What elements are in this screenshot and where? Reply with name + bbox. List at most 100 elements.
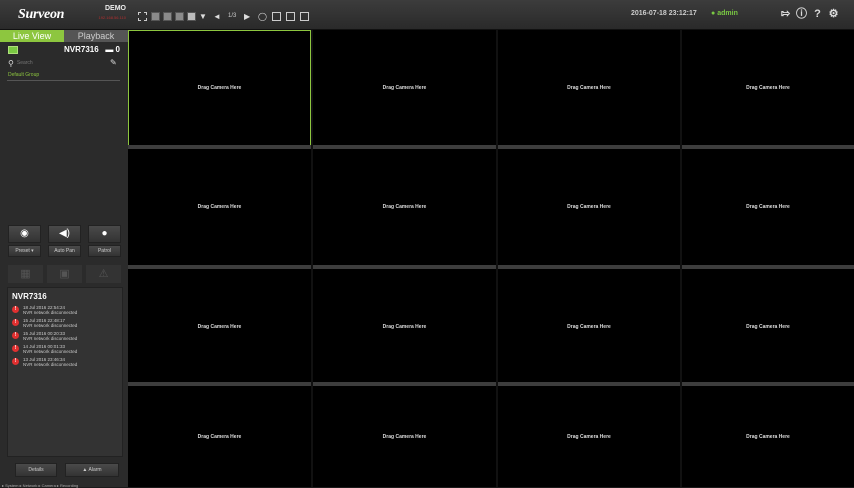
- camera-cell[interactable]: Drag Camera Here: [128, 149, 311, 265]
- top-toolbar: Surveon DEMO 192.168.56.110 ▼ ◄ 1/3 ▶ ◯ …: [0, 0, 854, 30]
- camera-cell[interactable]: Drag Camera Here: [682, 30, 854, 146]
- drag-camera-label: Drag Camera Here: [567, 204, 611, 210]
- drag-camera-label: Drag Camera Here: [382, 204, 427, 210]
- layout-2x2-icon[interactable]: [163, 11, 172, 21]
- alarm-button[interactable]: ▲ Alarm: [65, 463, 119, 477]
- layout-1x1-icon[interactable]: [151, 11, 160, 21]
- drag-camera-label: Drag Camera Here: [197, 323, 242, 330]
- camera-grid: Drag Camera Here Drag Camera Here Drag Cam…: [128, 30, 854, 487]
- camera-cell[interactable]: Drag Camera Here: [498, 149, 680, 265]
- camera-cell[interactable]: Drag Camera Here: [682, 149, 854, 265]
- info-icon[interactable]: ⓘ: [795, 7, 808, 21]
- user-menu[interactable]: ● admin: [711, 10, 738, 17]
- cast-icon[interactable]: [286, 11, 295, 21]
- monitor-icon: [8, 46, 18, 54]
- drag-camera-label: Drag Camera Here: [382, 85, 427, 91]
- fullscreen-icon[interactable]: [138, 11, 147, 21]
- drag-camera-label: Drag Camera Here: [197, 433, 242, 440]
- search-icon: ⚲: [8, 58, 14, 68]
- drag-camera-label: Drag Camera Here: [746, 204, 790, 210]
- drag-camera-label: Drag Camera Here: [567, 433, 611, 440]
- microphone-icon[interactable]: ●: [88, 225, 121, 243]
- drag-camera-label: Drag Camera Here: [746, 323, 790, 330]
- nvr-row[interactable]: NVR7316 ▬ 0: [8, 45, 120, 55]
- tab-playback[interactable]: Playback: [64, 30, 128, 42]
- alarm-view-icon[interactable]: ⚠: [86, 265, 121, 283]
- speaker-icon[interactable]: ◀): [48, 225, 81, 243]
- map-view-icon[interactable]: ▣: [47, 265, 82, 283]
- layout-3x3-icon[interactable]: [175, 11, 184, 21]
- drag-camera-label: Drag Camera Here: [567, 323, 611, 330]
- logout-icon[interactable]: ⇰: [779, 7, 792, 21]
- camera-cell[interactable]: Drag Camera Here: [498, 269, 680, 384]
- bottom-buttons: Details ▲ Alarm: [15, 463, 127, 477]
- username: admin: [717, 10, 738, 17]
- tab-live-view[interactable]: Live View: [0, 30, 64, 42]
- page-indicator: 1/3: [228, 13, 237, 19]
- event-item[interactable]: ! 13 Jul 2016 23:46:34 NVR network disconn…: [12, 357, 120, 367]
- patrol-button[interactable]: Patrol: [88, 245, 121, 257]
- datetime-display: 2016-07-18 23:12:17: [631, 10, 697, 17]
- camera-cell[interactable]: Drag Camera Here: [128, 386, 311, 487]
- auto-sequence-icon[interactable]: ◯: [258, 11, 267, 21]
- camera-cell[interactable]: Drag Camera Here: [313, 269, 496, 384]
- event-desc: NVR network disconnected: [23, 349, 78, 354]
- control-row: ◉ ◀) ●: [8, 225, 121, 243]
- drag-camera-label: Drag Camera Here: [746, 433, 790, 440]
- snapshot-camera-icon[interactable]: ◉: [8, 225, 41, 243]
- view-mode-row: ▦ ▣ ⚠: [8, 265, 121, 283]
- server-ip: 192.168.56.110: [98, 15, 126, 20]
- preset-dropdown[interactable]: Preset ▾: [8, 245, 41, 257]
- sidebar: Live View Playback NVR7316 ▬ 0 ⚲ ✎ Defau…: [0, 30, 128, 488]
- camera-cell[interactable]: Drag Camera Here: [682, 269, 854, 384]
- settings-gear-icon[interactable]: ⚙: [827, 7, 840, 21]
- demo-label: DEMO: [105, 5, 126, 12]
- edit-pencil-icon[interactable]: ✎: [110, 58, 117, 67]
- event-item[interactable]: ! 18 Jul 2016 22:54:24 NVR network disconn…: [12, 305, 120, 315]
- drag-camera-label: Drag Camera Here: [197, 85, 242, 91]
- auto-pan-button[interactable]: Auto Pan: [48, 245, 81, 257]
- alert-icon: !: [12, 358, 19, 365]
- search-input[interactable]: [16, 60, 97, 66]
- group-divider: [7, 80, 120, 81]
- event-item[interactable]: ! 15 Jul 2016 22:48:17 NVR network disconn…: [12, 318, 120, 328]
- nvr-name: NVR7316: [64, 45, 99, 54]
- camera-cell[interactable]: Drag Camera Here: [682, 386, 854, 487]
- snapshot-grid-icon[interactable]: [272, 11, 281, 21]
- event-item[interactable]: ! 14 Jul 2016 00:01:33 NVR network disconn…: [12, 344, 120, 354]
- drag-camera-label: Drag Camera Here: [197, 204, 242, 210]
- camera-cell[interactable]: Drag Camera Here: [128, 30, 311, 146]
- camera-cell[interactable]: Drag Camera Here: [313, 30, 496, 146]
- event-item[interactable]: ! 15 Jul 2016 00:20:33 NVR network disconn…: [12, 331, 120, 341]
- camera-cell[interactable]: Drag Camera Here: [313, 386, 496, 487]
- ptz-row: Preset ▾ Auto Pan Patrol: [8, 245, 121, 257]
- event-desc: NVR network disconnected: [23, 310, 78, 315]
- alert-icon: !: [12, 332, 19, 339]
- alert-icon: !: [12, 306, 19, 313]
- breadcrumb[interactable]: ▸ System ▸ Network ▸ Camera ▸ Recording: [2, 483, 78, 488]
- drag-camera-label: Drag Camera Here: [382, 323, 427, 330]
- drag-camera-label: Drag Camera Here: [567, 85, 611, 91]
- layout-dropdown-icon[interactable]: ▼: [199, 11, 207, 21]
- camera-cell[interactable]: Drag Camera Here: [498, 386, 680, 487]
- help-icon[interactable]: ?: [811, 7, 824, 21]
- details-button[interactable]: Details: [15, 463, 57, 477]
- default-group[interactable]: Default Group: [8, 72, 39, 78]
- window-icon[interactable]: [300, 11, 309, 21]
- drag-camera-label: Drag Camera Here: [746, 85, 790, 91]
- layout-4x4-icon[interactable]: [187, 11, 196, 21]
- surveon-logo: Surveon: [18, 7, 65, 22]
- drag-camera-label: Drag Camera Here: [382, 433, 427, 440]
- event-panel: NVR7316 ! 18 Jul 2016 22:54:24 NVR network…: [7, 287, 123, 457]
- event-desc: NVR network disconnected: [23, 336, 78, 341]
- event-panel-title: NVR7316: [12, 292, 47, 301]
- next-page-icon[interactable]: ▶: [244, 11, 250, 21]
- alert-icon: !: [12, 345, 19, 352]
- list-view-icon[interactable]: ▦: [8, 265, 43, 283]
- user-icon: ●: [711, 10, 716, 17]
- first-page-icon[interactable]: ◄: [213, 11, 221, 21]
- camera-cell[interactable]: Drag Camera Here: [128, 269, 311, 384]
- camera-cell[interactable]: Drag Camera Here: [498, 30, 680, 146]
- search-box[interactable]: ⚲: [8, 58, 108, 68]
- camera-cell[interactable]: Drag Camera Here: [313, 149, 496, 265]
